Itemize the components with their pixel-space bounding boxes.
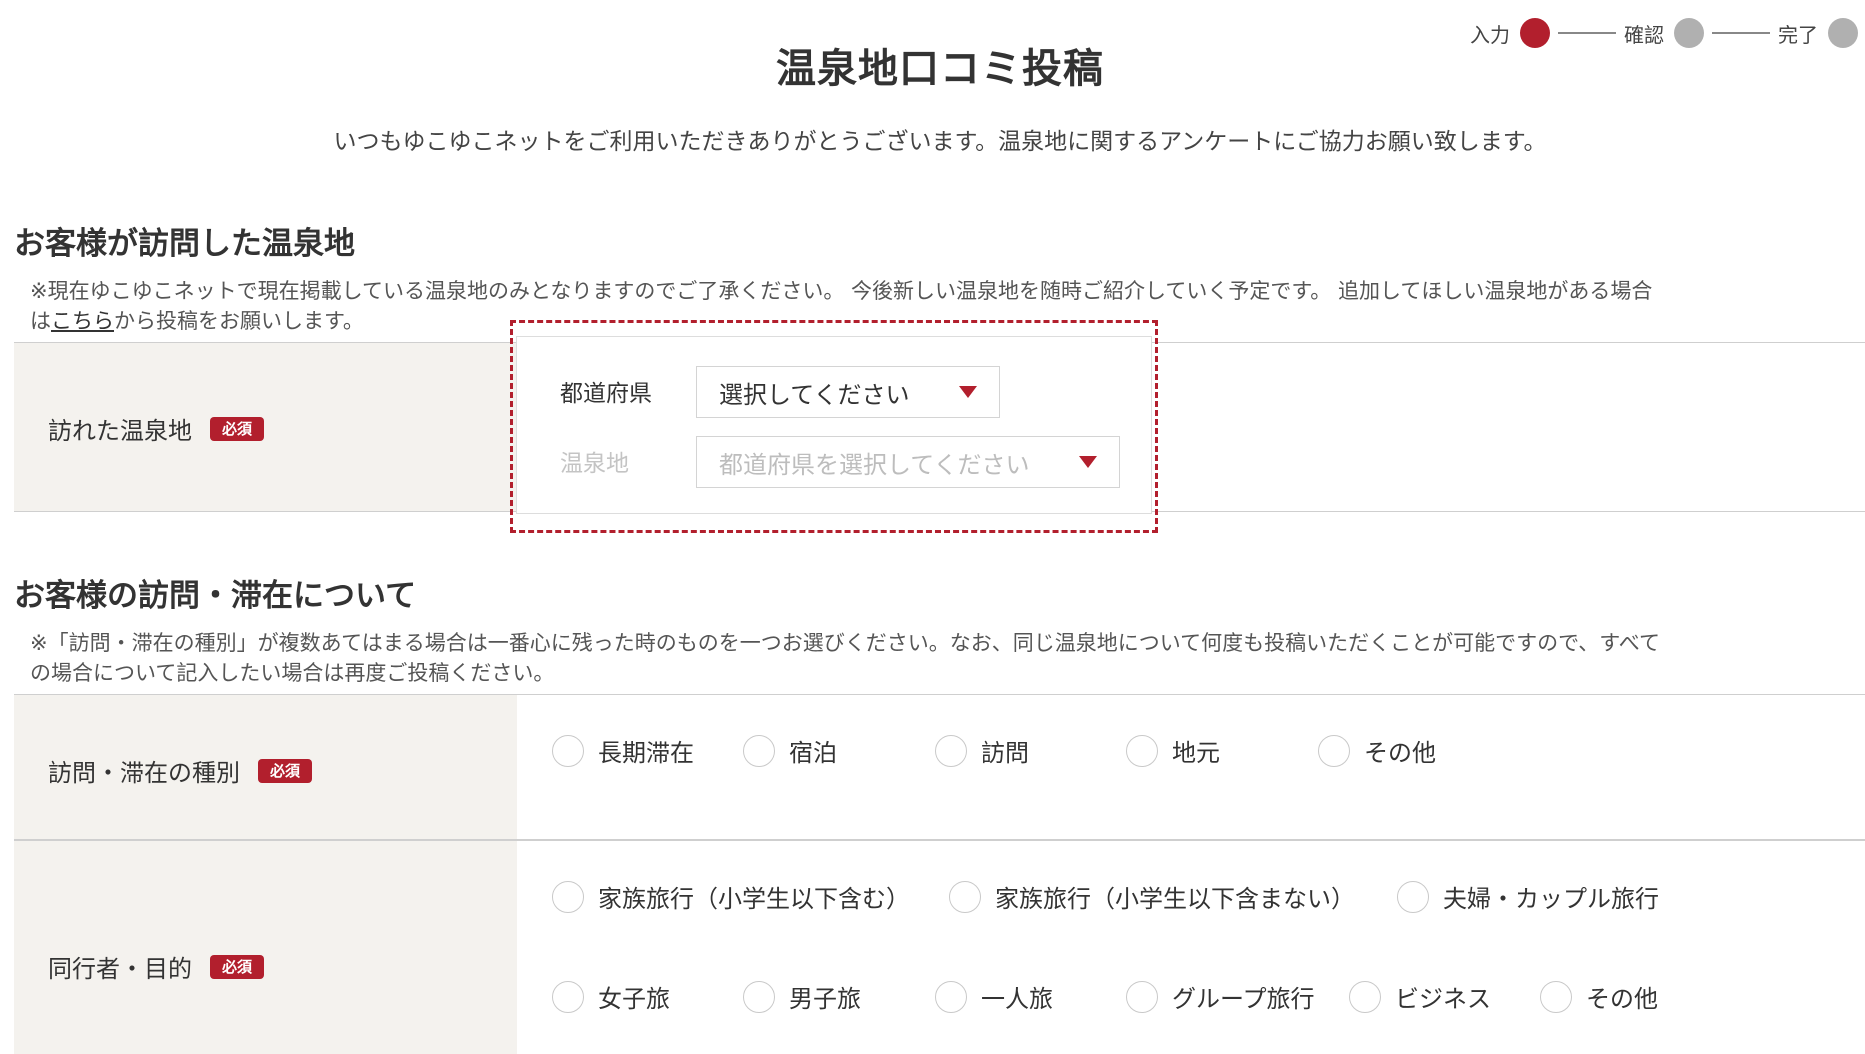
radio-label: 夫婦・カップル旅行 — [1443, 885, 1659, 913]
here-link[interactable]: こちら — [51, 309, 114, 333]
row-label: 訪れた温泉地 必須 — [48, 411, 265, 446]
companion-row: 同行者・目的 必須 — [14, 840, 1865, 1054]
radio-label: その他 — [1586, 985, 1658, 1013]
note-text: から投稿をお願いします。 — [114, 309, 364, 333]
row-label: 同行者・目的 必須 — [48, 949, 265, 984]
required-badge: 必須 — [210, 954, 265, 979]
onsen-select[interactable]: 都道府県を選択してください — [696, 436, 1120, 488]
note-line: の場合について記入したい場合は再度ご投稿ください。 — [30, 661, 555, 685]
radio-label: 家族旅行（小学生以下含む） — [598, 885, 910, 913]
radio-solo[interactable]: 一人旅 — [935, 979, 1053, 1014]
section-note-visit: ※「訪問・滞在の種別」が複数あてはまる場合は一番心に残った時のものを一つお選びく… — [30, 628, 1865, 688]
radio-long-stay[interactable]: 長期滞在 — [552, 733, 694, 768]
row-label-text: 同行者・目的 — [48, 955, 192, 983]
required-badge: 必須 — [210, 416, 265, 441]
radio-label: 訪問 — [981, 739, 1029, 767]
radio-label: 地元 — [1172, 739, 1220, 767]
radio-label: その他 — [1364, 739, 1436, 767]
radio-circle[interactable] — [1397, 880, 1429, 913]
row-label-text: 訪問・滞在の種別 — [48, 759, 240, 787]
radio-label: 男子旅 — [789, 985, 861, 1013]
row-label-text: 訪れた温泉地 — [48, 417, 192, 445]
radio-girls-trip[interactable]: 女子旅 — [552, 979, 670, 1014]
radio-circle[interactable] — [1318, 734, 1350, 767]
step-connector — [1558, 32, 1616, 34]
radio-circle[interactable] — [935, 980, 967, 1013]
radio-circle[interactable] — [552, 880, 584, 913]
radio-other-companion[interactable]: その他 — [1540, 979, 1658, 1014]
radio-visit[interactable]: 訪問 — [935, 733, 1029, 768]
highlight-frame — [510, 320, 1158, 533]
radio-circle[interactable] — [743, 734, 775, 767]
prefecture-label: 都道府県 — [560, 381, 652, 407]
intro-text: いつもゆこゆこネットをご利用いただきありがとうございます。温泉地に関するアンケー… — [333, 129, 1547, 155]
row-label-cell: 同行者・目的 必須 — [14, 841, 517, 1054]
radio-family-with-kids[interactable]: 家族旅行（小学生以下含む） — [552, 879, 910, 914]
radio-circle[interactable] — [1540, 980, 1572, 1013]
chevron-down-icon — [1079, 456, 1097, 468]
radio-label: グループ旅行 — [1172, 985, 1315, 1013]
radio-family-no-kids[interactable]: 家族旅行（小学生以下含まない） — [949, 879, 1355, 914]
radio-label: 一人旅 — [981, 985, 1053, 1013]
radio-label: 長期滞在 — [598, 739, 694, 767]
row-label-cell: 訪問・滞在の種別 必須 — [14, 695, 517, 839]
radio-circle[interactable] — [1126, 980, 1158, 1013]
prefecture-select[interactable]: 選択してください — [696, 366, 1000, 418]
onsen-label: 温泉地 — [560, 451, 629, 477]
radio-label: 女子旅 — [598, 985, 670, 1013]
chevron-down-icon — [959, 386, 977, 398]
radio-circle[interactable] — [949, 880, 981, 913]
note-text: は — [30, 309, 51, 333]
note-line: ※「訪問・滞在の種別」が複数あてはまる場合は一番心に残った時のものを一つお選びく… — [30, 631, 1660, 655]
step-connector — [1712, 32, 1770, 34]
radio-couple[interactable]: 夫婦・カップル旅行 — [1397, 879, 1659, 914]
row-label-cell: 訪れた温泉地 必須 — [14, 343, 517, 511]
note-line: ※現在ゆこゆこネットで現在掲載している温泉地のみとなりますのでご了承ください。 … — [30, 279, 1653, 303]
radio-other-visit[interactable]: その他 — [1318, 733, 1436, 768]
prefecture-select-value: 選択してください — [719, 380, 910, 409]
radio-label: ビジネス — [1395, 985, 1491, 1013]
section-title-onsen: お客様が訪問した温泉地 — [14, 226, 355, 262]
radio-business[interactable]: ビジネス — [1349, 979, 1491, 1014]
radio-circle[interactable] — [935, 734, 967, 767]
radio-label: 宿泊 — [789, 739, 837, 767]
radio-circle[interactable] — [552, 980, 584, 1013]
page-title: 温泉地口コミ投稿 — [776, 46, 1104, 92]
radio-boys-trip[interactable]: 男子旅 — [743, 979, 861, 1014]
radio-local[interactable]: 地元 — [1126, 733, 1220, 768]
onsen-select-placeholder: 都道府県を選択してください — [719, 450, 1030, 479]
radio-circle[interactable] — [743, 980, 775, 1013]
row-label: 訪問・滞在の種別 必須 — [48, 753, 313, 788]
required-badge: 必須 — [258, 758, 313, 783]
radio-circle[interactable] — [1126, 734, 1158, 767]
radio-overnight[interactable]: 宿泊 — [743, 733, 837, 768]
radio-circle[interactable] — [552, 734, 584, 767]
section-title-visit: お客様の訪問・滞在について — [14, 578, 417, 614]
radio-label: 家族旅行（小学生以下含まない） — [995, 885, 1355, 913]
radio-circle[interactable] — [1349, 980, 1381, 1013]
radio-group[interactable]: グループ旅行 — [1126, 979, 1315, 1014]
